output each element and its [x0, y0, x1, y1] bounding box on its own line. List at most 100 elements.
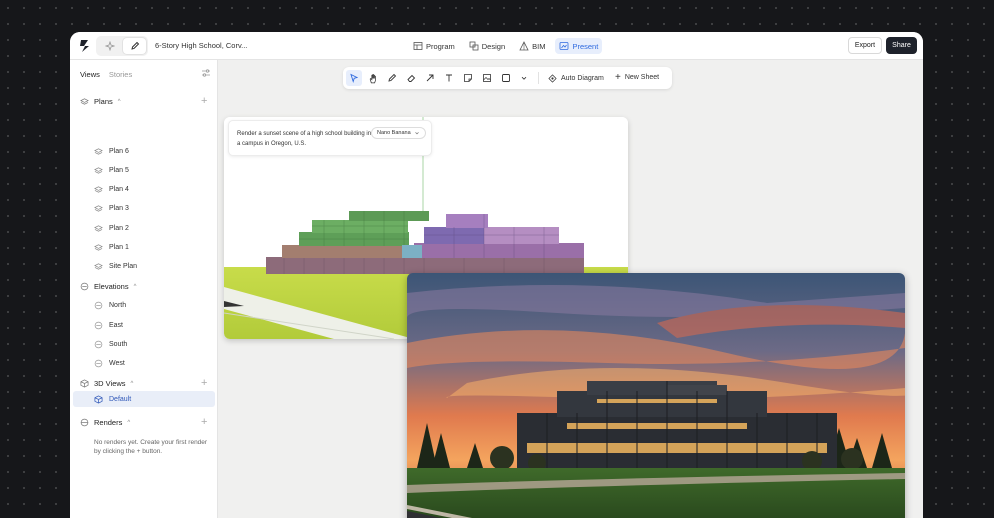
layers-icon [94, 263, 103, 270]
mode-switch [96, 36, 148, 56]
select-icon [350, 73, 359, 83]
tab-views[interactable]: Views [80, 70, 100, 79]
list-item-label: West [109, 360, 125, 367]
tab-program-label: Program [426, 41, 455, 51]
present-icon [560, 42, 569, 50]
list-item-label: Plan 6 [109, 148, 129, 155]
list-item-label: East [109, 322, 124, 329]
arrow-tool[interactable] [424, 72, 436, 84]
sidebar-item-plan-3[interactable]: Plan 3 [94, 204, 129, 213]
section-renders-label: Renders [94, 418, 123, 427]
document-title[interactable]: 6-Story High School, Corv... [155, 41, 247, 50]
shape-icon [502, 74, 510, 82]
arrow-icon [426, 74, 434, 82]
section-renders[interactable]: Renders ^ [80, 418, 130, 427]
add-render-button[interactable]: + [201, 417, 207, 428]
tab-stories[interactable]: Stories [109, 70, 132, 79]
layers-icon [80, 98, 89, 105]
eraser-tool[interactable] [405, 72, 417, 84]
chevron-down-icon [414, 132, 419, 135]
canvas-toolbar: Auto Diagram + New Sheet [343, 67, 672, 89]
model-select-label: Nano Banana [377, 130, 411, 136]
share-button[interactable]: Share [886, 37, 917, 54]
elevation-circle-icon [80, 282, 89, 291]
sidebar-item-south[interactable]: South [94, 340, 127, 349]
model-select[interactable]: Nano Banana [371, 127, 426, 139]
sidebar-item-north[interactable]: North [94, 301, 126, 310]
sidebar-item-plan-5[interactable]: Plan 5 [94, 166, 129, 175]
sidebar-item-default[interactable]: Default [94, 395, 131, 404]
auto-diagram-button[interactable]: Auto Diagram [548, 74, 604, 83]
hand-tool[interactable] [367, 72, 379, 84]
sidebar-item-plan-1[interactable]: Plan 1 [94, 243, 129, 252]
add-3d-view-button[interactable]: + [201, 378, 207, 389]
layers-icon [94, 167, 103, 174]
tab-present-label: Present [572, 41, 599, 51]
mode-edit-button[interactable] [123, 38, 146, 54]
render-prompt-box[interactable]: Render a sunset scene of a high school b… [228, 120, 432, 156]
pen-tool[interactable] [386, 72, 398, 84]
tab-present[interactable]: Present [555, 38, 603, 54]
new-sheet-button[interactable]: + New Sheet [615, 73, 659, 83]
render-circle-icon [80, 418, 89, 427]
section-elevations-label: Elevations [94, 282, 129, 291]
nav-tabs: Program Design BIM Present [409, 38, 603, 54]
tab-bim[interactable]: BIM [515, 38, 549, 54]
caret-up-icon: ^ [117, 98, 121, 105]
sticky-note-tool[interactable] [462, 72, 474, 84]
render-prompt-text[interactable]: Render a sunset scene of a high school b… [237, 129, 372, 149]
elevation-circle-icon [94, 301, 103, 310]
more-tools-dropdown[interactable] [518, 72, 530, 84]
pen-icon [388, 73, 397, 82]
list-item-label: Plan 5 [109, 167, 129, 174]
section-plans[interactable]: Plans ^ [80, 97, 121, 106]
layers-icon [94, 205, 103, 212]
chevron-down-icon [521, 76, 527, 80]
diagram-icon [548, 74, 557, 83]
select-tool[interactable] [346, 70, 362, 86]
tab-program[interactable]: Program [409, 38, 459, 54]
overlap-squares-icon [469, 41, 479, 51]
sidebar-item-west[interactable]: West [94, 359, 125, 368]
app-window: 6-Story High School, Corv... Program Des… [70, 32, 923, 518]
tab-bim-label: BIM [532, 41, 546, 51]
cube-icon [94, 395, 103, 404]
section-3d-views-label: 3D Views [94, 379, 126, 388]
eraser-icon [407, 74, 416, 82]
list-item-label: Site Plan [109, 263, 138, 270]
export-button[interactable]: Export [848, 37, 882, 54]
layers-icon [94, 244, 103, 251]
auto-diagram-label: Auto Diagram [561, 75, 604, 82]
list-item-label: South [109, 341, 128, 348]
shape-tool[interactable] [500, 72, 512, 84]
elevation-circle-icon [94, 359, 103, 368]
sidebar-item-east[interactable]: East [94, 321, 123, 330]
caret-up-icon: ^ [127, 419, 131, 426]
caret-up-icon: ^ [130, 380, 134, 387]
list-item-label: North [109, 302, 127, 309]
image-tool[interactable] [481, 72, 493, 84]
render-result-card[interactable] [407, 273, 905, 518]
filter-sliders-icon[interactable] [201, 68, 211, 78]
sidebar-tabs: Views Stories [80, 70, 132, 79]
list-item-label: Plan 1 [109, 244, 129, 251]
sidebar-item-plan-4[interactable]: Plan 4 [94, 185, 129, 194]
layers-icon [94, 186, 103, 193]
add-plan-button[interactable]: + [201, 96, 207, 107]
sidebar-item-plan-6[interactable]: Plan 6 [94, 147, 129, 156]
layers-icon [94, 225, 103, 232]
section-plans-label: Plans [94, 97, 113, 106]
layers-icon [94, 148, 103, 155]
app-logo-icon[interactable] [78, 38, 92, 54]
mode-ai-button[interactable] [98, 38, 121, 54]
sidebar-item-site-plan[interactable]: Site Plan [94, 262, 137, 271]
tab-design[interactable]: Design [465, 38, 509, 54]
text-tool[interactable] [443, 72, 455, 84]
sidebar-item-plan-2[interactable]: Plan 2 [94, 224, 129, 233]
section-elevations[interactable]: Elevations ^ [80, 282, 136, 291]
section-3d-views[interactable]: 3D Views ^ [80, 379, 133, 388]
list-item-label: Plan 4 [109, 186, 129, 193]
cube-icon [80, 379, 89, 388]
tab-design-label: Design [481, 41, 506, 51]
list-item-label: Default [109, 396, 132, 403]
